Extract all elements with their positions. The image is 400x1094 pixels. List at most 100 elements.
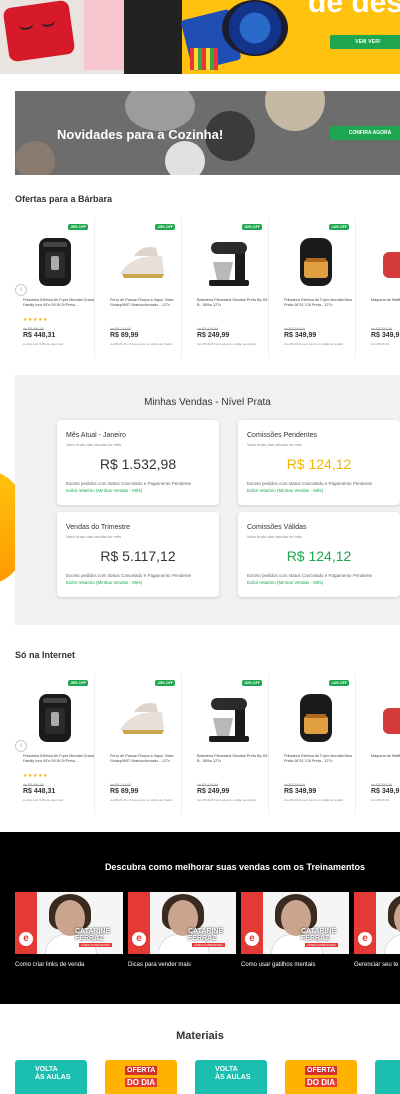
kitchen-cta-button[interactable]: CONFIRA AGORA (330, 126, 400, 140)
old-price: de R$ 399,99 (284, 327, 306, 331)
product-name[interactable]: Ferro de Passar Roupa a Vapor Oster Gcst… (110, 754, 182, 764)
product-card[interactable]: Máquina de Waffle Corações Bea... de R$ 3… (363, 674, 400, 814)
material-thumbnail[interactable]: OFERTA DO DIA (285, 1060, 357, 1094)
hero-cta-button[interactable]: VEM VER! (330, 35, 400, 49)
materials-title: Materiais (176, 1030, 224, 1042)
material-line1: VOLTA (215, 1066, 238, 1073)
training-video-title[interactable]: Como usar gatilhos mentais (241, 962, 315, 968)
product-card[interactable]: -25% OFF Ferro de Passar Roupa a Vapor Os… (102, 218, 182, 358)
old-price: de R$ 119,99 (110, 783, 131, 787)
metric-note: Exceto pedidos com status Cancelado e Pa… (247, 481, 373, 486)
training-video-thumbnail[interactable]: eCATARINEFERRAZLÍDER-FUNDADORA (354, 892, 400, 954)
product-card[interactable]: -35% OFF Fritadeira Elétrica Air Fryer Mo… (15, 674, 95, 814)
product-name[interactable]: Batedeira Planetária Mondial Preta Bp-03… (197, 754, 269, 764)
discount-badge: -25% OFF (154, 224, 175, 230)
material-line2: ÀS AULAS (215, 1074, 251, 1081)
training-section: Descubra como melhorar suas vendas com o… (0, 832, 400, 1004)
product-image[interactable] (286, 688, 346, 748)
product-name[interactable]: Ferro de Passar Roupa a Vapor Oster Gcst… (110, 298, 182, 308)
material-line1: OFERTA (305, 1066, 338, 1075)
installments-text: 12x R$ 29,16 sem juros no cartão de créd… (284, 798, 344, 802)
product-image[interactable] (112, 688, 172, 748)
metric-subtitle: Valor bruto das vendas no mês (247, 442, 303, 447)
old-price: de R$ 599,99 (23, 783, 45, 787)
rating-stars: ★★★★★ (23, 317, 48, 323)
promo-hero-banner[interactable]: de desc VEM VER! (0, 0, 400, 74)
material-thumbnail[interactable]: VOLTA ÀS AULAS (195, 1060, 267, 1094)
presenter-role: LÍDER-FUNDADORA (79, 943, 112, 947)
material-thumbnail[interactable]: VOLTA ÀS AULAS (15, 1060, 87, 1094)
plate-image (125, 91, 195, 131)
installments-text: 12x R$ 29,16 (371, 342, 389, 346)
presenter-role: LÍDER-FUNDADORA (305, 943, 338, 947)
presenter-last-name: FERRAZ (188, 935, 217, 942)
report-link[interactable]: Exibir relatório (Minhas Vendas - Mês) (247, 580, 323, 585)
product-image[interactable] (373, 688, 400, 748)
product-image[interactable] (199, 232, 259, 292)
sales-panel: Minhas Vendas - Nível Prata Mês Atual - … (15, 375, 400, 625)
product-name[interactable]: Fritadeira Elétrica Air Fryer Mondial Gr… (23, 754, 95, 764)
material-line2: DO DIA (305, 1078, 337, 1087)
product-card[interactable]: -25% OFF Ferro de Passar Roupa a Vapor Os… (102, 674, 182, 814)
pillow-eye-left (18, 22, 34, 31)
material-line2: DO DIA (125, 1078, 157, 1087)
product-card[interactable]: Máquina de Waffle Corações Bea... de R$ 3… (363, 218, 400, 358)
product-name[interactable]: Fritadeira Elétrica Air Fryer Mondial Gr… (23, 298, 95, 308)
carousel-prev-button[interactable]: ‹ (15, 284, 27, 296)
presenter-name: CATARINE FERRAZ (301, 928, 336, 942)
product-name[interactable]: Fritadeira Elétrica Air Fryer Mondial Ne… (284, 754, 356, 764)
training-video-title[interactable]: Dicas para vender mais (128, 962, 191, 968)
old-price: de R$ 519,99 (197, 327, 219, 331)
pillow-image (2, 0, 76, 63)
report-link[interactable]: Exibir relatório (Minhas Vendas - Mês) (66, 488, 142, 493)
discount-badge: -13% OFF (328, 680, 349, 686)
pens-image (190, 48, 218, 70)
carousel-prev-button[interactable]: ‹ (15, 740, 27, 752)
product-image[interactable] (373, 232, 400, 292)
product-name[interactable]: Máquina de Waffle Corações Bea... (371, 754, 400, 759)
report-link[interactable]: Exibir relatório (Minhas Vendas - Mês) (66, 580, 142, 585)
old-price: de R$ 399,99 (284, 783, 306, 787)
training-video-thumbnail[interactable]: eCATARINEFERRAZLÍDER-FUNDADORA (241, 892, 349, 954)
installments-text: 12x R$ 29,16 sem juros no cartão de créd… (284, 342, 344, 346)
product-card[interactable]: -52% OFF Batedeira Planetária Mondial Pre… (189, 674, 269, 814)
product-name[interactable]: Fritadeira Elétrica Air Fryer Mondial Ne… (284, 298, 356, 308)
product-image[interactable] (25, 232, 85, 292)
product-card[interactable]: -13% OFF Fritadeira Elétrica Air Fryer Mo… (276, 218, 356, 358)
training-video-title[interactable]: Como criar links de venda (15, 962, 84, 968)
training-video-thumbnail[interactable]: eCATARINEFERRAZLÍDER-FUNDADORA (128, 892, 236, 954)
kitchen-banner-title: Novidades para a Cozinha! (57, 127, 224, 142)
product-card[interactable]: -52% OFF Batedeira Planetária Mondial Pre… (189, 218, 269, 358)
product-image[interactable] (199, 688, 259, 748)
product-image[interactable] (25, 688, 85, 748)
metric-subtitle: Valor bruto das vendas no mês (66, 534, 122, 539)
offers-carousel: -35% OFF Fritadeira Elétrica Air Fryer Mo… (15, 218, 400, 358)
material-thumbnail[interactable] (375, 1060, 400, 1094)
product-image[interactable] (112, 232, 172, 292)
metric-value: R$ 5.117,12 (100, 548, 176, 564)
product-card[interactable]: -13% OFF Fritadeira Elétrica Air Fryer Mo… (276, 674, 356, 814)
installments-text: 12x R$ 20,83 sem juros no cartão de créd… (197, 342, 257, 346)
metric-label: Vendas do Trimestre (66, 524, 131, 531)
training-video-thumbnail[interactable]: eCATARINEFERRAZLÍDER-FUNDADORA (15, 892, 123, 954)
presenter-role: LÍDER-FUNDADORA (192, 943, 225, 947)
metric-value: R$ 124,12 (286, 456, 352, 472)
installments-text: à vista com 4,4% de desconto (23, 342, 64, 346)
material-thumbnail[interactable]: OFERTA DO DIA (105, 1060, 177, 1094)
sales-metric-card: Comissões Válidas Valor bruto das vendas … (238, 512, 400, 597)
product-price: R$ 249,99 (197, 332, 230, 339)
training-video-title[interactable]: Gerenciar seu te (354, 962, 398, 968)
towel-image (15, 141, 55, 175)
brand-logo-icon: e (358, 932, 372, 946)
kitchen-banner[interactable]: Novidades para a Cozinha! CONFIRA AGORA (15, 91, 400, 175)
wood-board-image (265, 91, 325, 131)
offers-section-title: Ofertas para a Bárbara (15, 194, 113, 204)
old-price: de R$ 399,99 (371, 327, 393, 331)
product-name[interactable]: Máquina de Waffle Corações Bea... (371, 298, 400, 303)
product-name[interactable]: Batedeira Planetária Mondial Preta Bp-03… (197, 298, 269, 308)
product-card[interactable]: -35% OFF Fritadeira Elétrica Air Fryer Mo… (15, 218, 95, 358)
product-price: R$ 448,31 (23, 332, 56, 339)
installments-text: ou R$ 22,49 x 4 sem juros no cartão de c… (110, 342, 173, 346)
report-link[interactable]: Exibir relatório (Minhas Vendas - Mês) (247, 488, 323, 493)
product-image[interactable] (286, 232, 346, 292)
